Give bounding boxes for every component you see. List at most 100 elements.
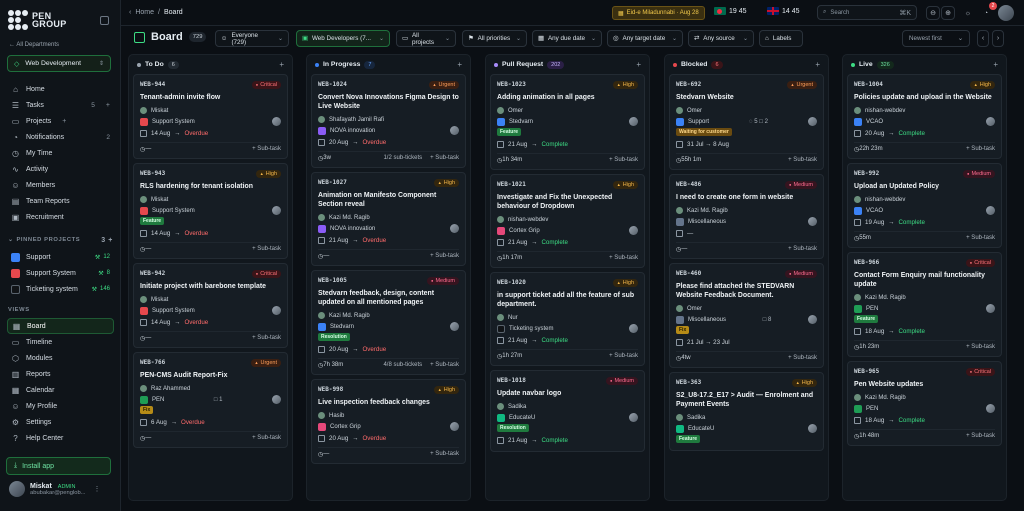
task-card[interactable]: WEB-766 ▲ Urgent PEN-CMS Audit Report-Fix Ra…: [133, 352, 288, 448]
add-subtask-button[interactable]: + Sub-task: [788, 355, 817, 361]
install-app-button[interactable]: ⤓ Install app: [6, 457, 111, 475]
sort-select[interactable]: Newest first ⌄: [902, 30, 970, 47]
search-input[interactable]: ⌕ Search ⌘K: [817, 5, 917, 20]
task-card[interactable]: WEB-943 ▲ High RLS hardening for tenant iso…: [133, 163, 288, 259]
add-subtask-button[interactable]: + Sub-task: [788, 246, 817, 252]
project-row: VCAO: [854, 205, 995, 216]
bell-icon[interactable]: ◔ 2: [979, 2, 997, 20]
sidebar-item-calendar[interactable]: ▦ Calendar: [0, 382, 121, 398]
labels-filter[interactable]: ⌂ Labels: [759, 30, 803, 47]
add-subtask-button[interactable]: + Sub-task: [430, 451, 459, 457]
add-subtask-button[interactable]: + Sub-task: [966, 235, 995, 241]
add-subtask-button[interactable]: + Sub-task: [252, 435, 281, 441]
sidebar-item-tasks[interactable]: ☰ Tasks 5 +: [0, 97, 121, 113]
sidebar-item-home[interactable]: ⌂ Home: [0, 81, 121, 97]
source-filter[interactable]: ⇄ Any source ⌄: [688, 30, 754, 47]
sidebar-item-my-time[interactable]: ◷ My Time: [0, 145, 121, 161]
task-card[interactable]: WEB-965 ● Critical Pen Website updates Kazi …: [847, 361, 1002, 446]
task-card[interactable]: WEB-942 ● Critical Initiate project with ba…: [133, 263, 288, 348]
task-card[interactable]: WEB-998 ▲ High Live inspection feedback cha…: [311, 379, 466, 464]
holiday-badge[interactable]: ▦ Eid-e Miladunnabi · Aug 28: [612, 6, 705, 20]
sidebar-item-members[interactable]: ☺ Members: [0, 177, 121, 193]
zoom-in-icon[interactable]: ⊕: [941, 6, 955, 20]
task-card[interactable]: WEB-460 ● Medium Please find attached the S…: [669, 263, 824, 368]
add-subtask-button[interactable]: + Sub-task: [966, 344, 995, 350]
add-subtask-button[interactable]: + Sub-task: [430, 155, 459, 161]
add-card-icon[interactable]: +: [457, 60, 462, 69]
chevron-left-icon[interactable]: ‹: [129, 9, 131, 16]
target-date-filter[interactable]: ◎ Any target date ⌄: [607, 30, 683, 47]
add-subtask-button[interactable]: + Sub-task: [430, 362, 459, 368]
avatar[interactable]: [998, 5, 1014, 21]
add-subtask-button[interactable]: + Sub-task: [609, 353, 638, 359]
priorities-filter[interactable]: ⚑ All priorities ⌄: [462, 30, 527, 47]
add-subtask-button[interactable]: + Sub-task: [609, 255, 638, 261]
sidebar-item-settings[interactable]: ⚙ Settings: [0, 414, 121, 430]
all-departments-link[interactable]: ← All Departments: [9, 42, 59, 48]
sidebar-item-modules[interactable]: ⬡ Modules: [0, 350, 121, 366]
add-subtask-button[interactable]: + Sub-task: [252, 246, 281, 252]
prev-page-button[interactable]: ‹: [977, 30, 989, 47]
workspace-select[interactable]: ◇ Web Development ⇕: [7, 55, 111, 72]
add-subtask-button[interactable]: + Sub-task: [966, 433, 995, 439]
task-card[interactable]: WEB-966 ● Critical Contact Form Enquiry mai…: [847, 252, 1002, 357]
task-card[interactable]: WEB-1021 ▲ High Investigate and Fix the Une…: [490, 174, 645, 268]
priority-label: High: [265, 170, 277, 177]
add-icon[interactable]: +: [106, 102, 110, 109]
sidebar-item-ticketing-system[interactable]: Ticketing system ⚒ 146: [0, 281, 121, 297]
add-icon[interactable]: +: [62, 118, 66, 125]
add-card-icon[interactable]: +: [636, 60, 641, 69]
task-card[interactable]: WEB-944 ● Critical Tenant-admin invite flow…: [133, 74, 288, 159]
collapse-sidebar-icon[interactable]: [100, 16, 109, 25]
task-card[interactable]: WEB-486 ● Medium I need to create one form …: [669, 174, 824, 259]
zoom-out-icon[interactable]: ⊖: [926, 6, 940, 20]
task-card[interactable]: WEB-692 ▲ Urgent Stedvarn Website Omer Suppor…: [669, 74, 824, 170]
sidebar-item-support[interactable]: Support ⚒ 12: [0, 249, 121, 265]
theme-toggle-icon[interactable]: ☼: [961, 6, 975, 20]
project-name: Miscellaneous: [688, 218, 727, 225]
sidebar-item-notifications[interactable]: ◔ Notifications 2: [0, 129, 121, 145]
task-card[interactable]: WEB-1024 ▲ Urgent Convert Nova Innovations …: [311, 74, 466, 168]
add-subtask-button[interactable]: + Sub-task: [609, 157, 638, 163]
priority-badge: ● Medium: [427, 276, 459, 285]
add-card-icon[interactable]: +: [279, 60, 284, 69]
add-subtask-button[interactable]: + Sub-task: [252, 335, 281, 341]
pinned-tools[interactable]: 3 +: [101, 237, 113, 244]
task-card[interactable]: WEB-1005 ● Medium Stedvarn feedback, design…: [311, 270, 466, 375]
task-card[interactable]: WEB-1004 ▲ High Policies update and upload …: [847, 74, 1002, 159]
sidebar-item-reports[interactable]: ▥ Reports: [0, 366, 121, 382]
logo[interactable]: PEN GROUP: [8, 10, 67, 30]
sidebar-item-board[interactable]: ▦ Board: [7, 318, 114, 334]
sidebar-item-team-reports[interactable]: ▤ Team Reports: [0, 193, 121, 209]
due-date-filter[interactable]: ▦ Any due date ⌄: [532, 30, 602, 47]
everyone-filter[interactable]: ☺ Everyone (729) ⌄: [215, 30, 289, 47]
add-card-icon[interactable]: +: [993, 60, 998, 69]
user-profile[interactable]: Miskat ADMIN abubakar@penglob... ⋮: [9, 481, 101, 497]
sidebar-item-projects[interactable]: ▭ Projects +: [0, 113, 121, 129]
more-icon[interactable]: ⋮: [94, 485, 101, 493]
next-page-button[interactable]: ›: [992, 30, 1004, 47]
task-card[interactable]: WEB-1018 ● Medium Update navbar logo Sadika E…: [490, 370, 645, 452]
add-subtask-button[interactable]: + Sub-task: [966, 146, 995, 152]
task-card[interactable]: WEB-992 ● Medium Upload an Updated Policy ni…: [847, 163, 1002, 248]
sidebar-item-timeline[interactable]: ▭ Timeline: [0, 334, 121, 350]
main-nav: ⌂ Home ☰ Tasks 5 + ▭ Projects + ◔ Notifications 2 ◷ M…: [0, 81, 121, 225]
projects-filter[interactable]: ▭ All projects ⌄: [396, 30, 456, 47]
sidebar-item-help-center[interactable]: ? Help Center: [0, 430, 121, 446]
add-subtask-button[interactable]: + Sub-task: [252, 146, 281, 152]
task-card[interactable]: WEB-1020 ▲ High in support ticket add all t…: [490, 272, 645, 366]
task-card[interactable]: WEB-1027 ▲ High Animation on Manifesto Comp…: [311, 172, 466, 266]
sidebar-item-recruitment[interactable]: ▣ Recruitment: [0, 209, 121, 225]
task-card[interactable]: WEB-1023 ▲ High Adding animation in all pag…: [490, 74, 645, 170]
sidebar-item-my-profile[interactable]: ☺ My Profile: [0, 398, 121, 414]
add-subtask-button[interactable]: + Sub-task: [430, 253, 459, 259]
add-card-icon[interactable]: +: [815, 60, 820, 69]
sidebar-item-support-system[interactable]: Support System ⚒ 8: [0, 265, 121, 281]
label-badge: Feature: [140, 217, 165, 225]
breadcrumb-home[interactable]: Home: [135, 9, 154, 16]
add-subtask-button[interactable]: + Sub-task: [788, 157, 817, 163]
card-footer: ◷ 4tw + Sub-task: [676, 351, 817, 362]
team-filter[interactable]: ▣ Web Developers (7... ⌄: [296, 30, 390, 47]
task-card[interactable]: WEB-363 ▲ High S2_U8-17.2_E17 > Audit — Enr…: [669, 372, 824, 451]
sidebar-item-activity[interactable]: ∿ Activity: [0, 161, 121, 177]
